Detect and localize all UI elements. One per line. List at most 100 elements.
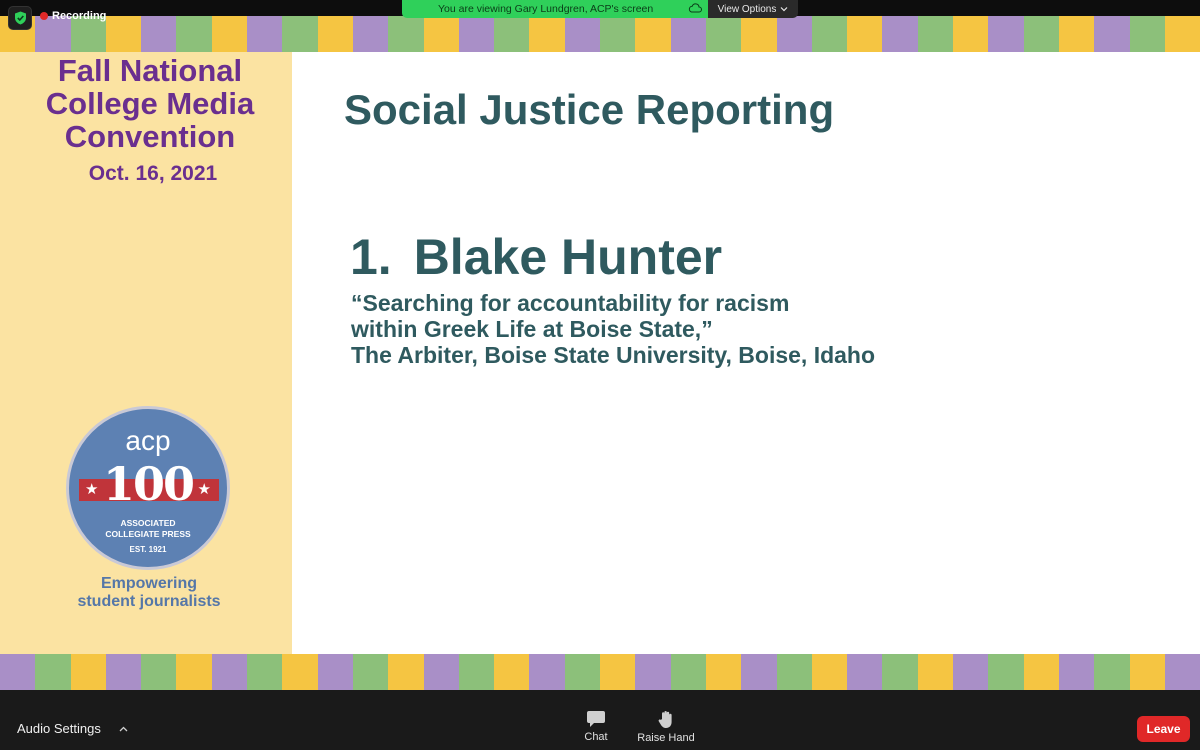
stripe-block — [635, 654, 671, 690]
stripe-block — [176, 16, 212, 52]
logo-line: COLLEGIATE PRESS — [105, 529, 191, 539]
honoree-heading: 1. Blake Hunter — [350, 228, 722, 286]
stripe-block — [1129, 654, 1165, 690]
stripe-block — [882, 16, 918, 52]
stripe-block — [670, 16, 706, 52]
stripe-block — [705, 16, 742, 52]
stripe-block — [458, 16, 495, 52]
stripe-block — [105, 654, 142, 690]
stripe-block — [105, 16, 142, 52]
recording-label: Recording — [52, 10, 107, 22]
stripe-block — [1058, 654, 1095, 690]
stripe-block — [352, 654, 389, 690]
stripe-block — [917, 16, 954, 52]
stripe-block — [776, 654, 812, 690]
stripe-block — [1164, 654, 1200, 690]
honoree-name: Blake Hunter — [413, 229, 723, 285]
stripe-block — [211, 16, 248, 52]
cloud-icon — [688, 3, 702, 16]
stripe-block — [317, 654, 353, 690]
tagline-line: Empowering — [100, 575, 197, 592]
stripe-block — [953, 654, 989, 690]
stripe-block — [423, 16, 459, 52]
stripe-block — [564, 16, 601, 52]
stripe-block — [352, 16, 389, 52]
conference-title: Fall National College Media Convention — [0, 54, 300, 153]
tagline-line: student journalists — [77, 593, 221, 610]
hand-icon — [658, 711, 672, 728]
shared-slide: Fall National College Media Convention O… — [0, 16, 1200, 690]
stripe-block — [247, 16, 283, 52]
recording-dot-icon — [40, 12, 48, 20]
stripe-block — [388, 16, 424, 52]
stripe-block — [1058, 16, 1095, 52]
stripe-block — [70, 654, 106, 690]
stripe-block — [953, 16, 989, 52]
leave-label: Leave — [1146, 722, 1181, 736]
chevron-down-icon — [780, 7, 788, 12]
stripe-block — [600, 16, 636, 52]
stripe-block — [635, 16, 671, 52]
stripe-block — [211, 654, 248, 690]
stripe-block — [564, 654, 601, 690]
stripe-block — [141, 654, 177, 690]
stripe-block — [882, 654, 918, 690]
description-line: “Searching for accountability for racism — [351, 290, 790, 316]
conference-title-line: Convention — [64, 119, 236, 154]
stripe-block — [35, 654, 71, 690]
recording-indicator[interactable]: Recording — [40, 10, 106, 22]
stripe-block — [1023, 16, 1059, 52]
raise-hand-label: Raise Hand — [637, 732, 695, 744]
stripe-block — [494, 654, 530, 690]
honoree-number: 1. — [350, 229, 392, 285]
stripe-block — [529, 16, 565, 52]
stripe-block — [529, 654, 565, 690]
decorative-stripe-top — [0, 16, 1200, 52]
leave-button[interactable]: Leave — [1137, 716, 1190, 742]
stripe-block — [670, 654, 706, 690]
tagline: Empowering student journalists — [0, 575, 298, 611]
logo-line: EST. 1921 — [129, 545, 167, 554]
stripe-block — [811, 654, 848, 690]
meeting-toolbar: Audio Settings Chat Raise Hand Leave — [0, 704, 1200, 750]
security-shield-icon[interactable] — [8, 6, 32, 30]
screen-share-banner: You are viewing Gary Lundgren, ACP's scr… — [402, 0, 708, 18]
stripe-block — [741, 654, 777, 690]
honoree-description: “Searching for accountability for racism… — [351, 290, 875, 368]
stripe-block — [494, 16, 530, 52]
stripe-block — [1023, 654, 1059, 690]
stripe-block — [282, 654, 318, 690]
conference-title-line: College Media — [45, 86, 255, 121]
logo-acp-text: acp — [125, 425, 171, 456]
stripe-block — [1094, 654, 1130, 690]
stripe-block — [600, 654, 636, 690]
stripe-block — [176, 654, 212, 690]
stripe-block — [423, 654, 459, 690]
conference-title-line: Fall National — [57, 53, 243, 88]
chat-button[interactable]: Chat — [582, 710, 610, 743]
decorative-stripe-bottom — [0, 654, 1200, 690]
chevron-up-icon[interactable] — [119, 726, 128, 732]
stripe-block — [1164, 16, 1200, 52]
screen-share-text: You are viewing Gary Lundgren, ACP's scr… — [438, 3, 654, 15]
stripe-block — [388, 654, 424, 690]
description-line: within Greek Life at Boise State,” — [351, 316, 713, 342]
logo-number: 100 — [102, 457, 195, 511]
stripe-block — [988, 16, 1024, 52]
stripe-block — [917, 654, 954, 690]
stripe-block — [141, 16, 177, 52]
view-options-label: View Options — [717, 3, 777, 15]
stripe-block — [1129, 16, 1165, 52]
stripe-block — [0, 654, 36, 690]
audio-settings-label: Audio Settings — [17, 721, 101, 736]
stripe-block — [247, 654, 283, 690]
stripe-block — [1094, 16, 1130, 52]
logo-line: ASSOCIATED — [120, 518, 176, 528]
view-options-button[interactable]: View Options — [708, 0, 798, 18]
stripe-block — [776, 16, 812, 52]
conference-date: Oct. 16, 2021 — [88, 162, 218, 185]
slide-title: Social Justice Reporting — [344, 86, 835, 133]
raise-hand-button[interactable]: Raise Hand — [637, 710, 695, 744]
audio-settings-button[interactable]: Audio Settings — [17, 721, 128, 736]
stripe-block — [282, 16, 318, 52]
